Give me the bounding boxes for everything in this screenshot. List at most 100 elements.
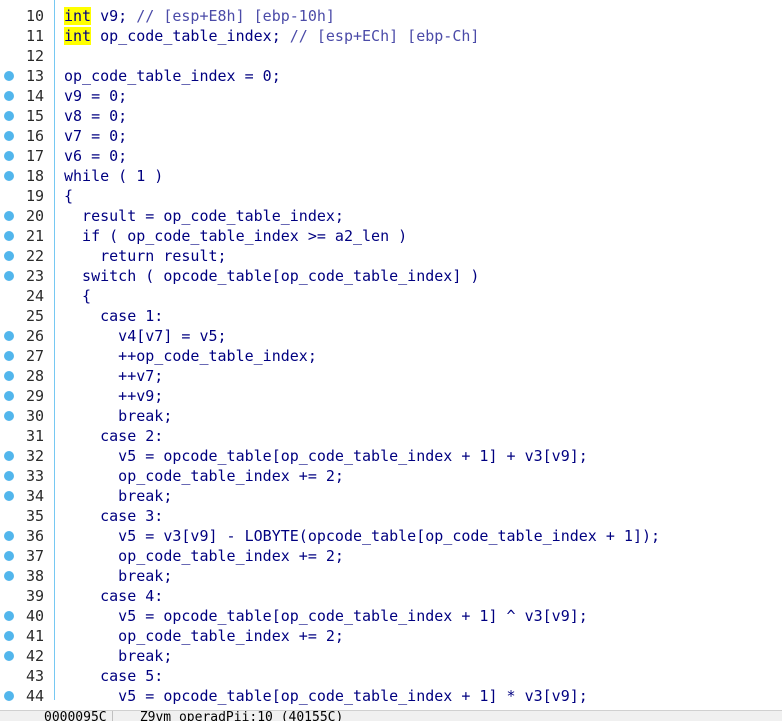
code-text: break; xyxy=(64,487,173,505)
code-line[interactable]: 21 if ( op_code_table_index >= a2_len ) xyxy=(0,226,782,246)
code-text: op_code_table_index = 0; xyxy=(64,67,281,85)
code-line[interactable]: 39 case 4: xyxy=(0,586,782,606)
code-line[interactable]: 15 v8 = 0; xyxy=(0,106,782,126)
code-line[interactable]: 13 op_code_table_index = 0; xyxy=(0,66,782,86)
line-number: 18 xyxy=(25,167,44,185)
code-line[interactable]: 34 break; xyxy=(0,486,782,506)
breakpoint-dot-icon[interactable] xyxy=(0,626,18,646)
breakpoint-dot-icon[interactable] xyxy=(0,106,18,126)
code-text: case 1: xyxy=(64,307,164,325)
breakpoint-dot-icon[interactable] xyxy=(0,146,18,166)
code-line[interactable]: 29 ++v9; xyxy=(0,386,782,406)
breakpoint-dot-icon[interactable] xyxy=(0,406,18,426)
code-line[interactable]: 20 result = op_code_table_index; xyxy=(0,206,782,226)
type-keyword-highlight[interactable]: int xyxy=(64,7,92,25)
line-number: 33 xyxy=(25,467,44,485)
code-text: v8 = 0; xyxy=(64,107,128,125)
code-text: { xyxy=(64,187,74,205)
line-number: 34 xyxy=(25,487,44,505)
code-line[interactable]: 32 v5 = opcode_table[op_code_table_index… xyxy=(0,446,782,466)
breakpoint-dot-icon[interactable] xyxy=(0,126,18,146)
code-line[interactable]: 18 while ( 1 ) xyxy=(0,166,782,186)
breakpoint-dot-icon[interactable] xyxy=(0,466,18,486)
breakpoint-dot-icon[interactable] xyxy=(0,366,18,386)
breakpoint-dot-icon[interactable] xyxy=(0,386,18,406)
code-text: ++v7; xyxy=(64,367,164,385)
code-text: break; xyxy=(64,647,173,665)
breakpoint-dot-icon[interactable] xyxy=(0,686,18,706)
code-text: while ( 1 ) xyxy=(64,167,164,185)
line-number: 41 xyxy=(25,627,44,645)
line-number: 13 xyxy=(25,67,44,85)
code-line[interactable]: 37 op_code_table_index += 2; xyxy=(0,546,782,566)
line-number: 26 xyxy=(25,327,44,345)
pseudocode-view[interactable]: 10 int v9; // [esp+E8h] [ebp-10h] 11 int op… xyxy=(0,6,782,706)
code-line[interactable]: 42 break; xyxy=(0,646,782,666)
code-line[interactable]: 35 case 3: xyxy=(0,506,782,526)
code-text: v5 = opcode_table[op_code_table_index + … xyxy=(64,447,588,465)
code-line[interactable]: 33 op_code_table_index += 2; xyxy=(0,466,782,486)
code-line[interactable]: 19 { xyxy=(0,186,782,206)
breakpoint-dot-icon[interactable] xyxy=(0,486,18,506)
breakpoint-dot-icon[interactable] xyxy=(0,446,18,466)
breakpoint-dot-icon[interactable] xyxy=(0,646,18,666)
breakpoint-dot-icon[interactable] xyxy=(0,546,18,566)
breakpoint-dot-icon[interactable] xyxy=(0,266,18,286)
code-line[interactable]: 43 case 5: xyxy=(0,666,782,686)
code-line[interactable]: 28 ++v7; xyxy=(0,366,782,386)
line-number: 29 xyxy=(25,387,44,405)
code-text: if ( op_code_table_index >= a2_len ) xyxy=(64,227,408,245)
code-line[interactable]: 24 { xyxy=(0,286,782,306)
code-line[interactable]: 23 switch ( opcode_table[op_code_table_i… xyxy=(0,266,782,286)
code-text: op_code_table_index += 2; xyxy=(64,467,344,485)
code-line[interactable]: 10 int v9; // [esp+E8h] [ebp-10h] xyxy=(0,6,782,26)
breakpoint-dot-icon[interactable] xyxy=(0,346,18,366)
breakpoint-dot-icon[interactable] xyxy=(0,526,18,546)
code-line[interactable]: 38 break; xyxy=(0,566,782,586)
line-number: 27 xyxy=(25,347,44,365)
line-number: 22 xyxy=(25,247,44,265)
breakpoint-dot-icon[interactable] xyxy=(0,86,18,106)
line-number: 37 xyxy=(25,547,44,565)
code-line[interactable]: 36 v5 = v3[v9] - LOBYTE(opcode_table[op_… xyxy=(0,526,782,546)
code-text: v5 = v3[v9] - LOBYTE(opcode_table[op_cod… xyxy=(64,527,661,545)
code-line[interactable]: 17 v6 = 0; xyxy=(0,146,782,166)
line-number: 10 xyxy=(25,7,44,25)
code-text: v4[v7] = v5; xyxy=(64,327,227,345)
breakpoint-dot-icon[interactable] xyxy=(0,326,18,346)
breakpoint-dot-icon[interactable] xyxy=(0,166,18,186)
breakpoint-dot-icon[interactable] xyxy=(0,606,18,626)
code-text: return result; xyxy=(64,247,227,265)
line-number: 12 xyxy=(25,47,44,65)
breakpoint-dot-icon[interactable] xyxy=(0,226,18,246)
code-line[interactable]: 22 return result; xyxy=(0,246,782,266)
breakpoint-dot-icon[interactable] xyxy=(0,246,18,266)
line-number: 11 xyxy=(25,27,44,45)
code-line[interactable]: 30 break; xyxy=(0,406,782,426)
code-line[interactable]: 44 v5 = opcode_table[op_code_table_index… xyxy=(0,686,782,706)
breakpoint-dot-icon[interactable] xyxy=(0,206,18,226)
code-line[interactable]: 11 int op_code_table_index; // [esp+ECh] … xyxy=(0,26,782,46)
line-number: 14 xyxy=(25,87,44,105)
code-text: v5 = opcode_table[op_code_table_index + … xyxy=(64,607,588,625)
breakpoint-dot-icon[interactable] xyxy=(0,66,18,86)
code-line[interactable]: 16 v7 = 0; xyxy=(0,126,782,146)
code-line[interactable]: 25 case 1: xyxy=(0,306,782,326)
code-text: case 5: xyxy=(64,667,164,685)
code-line[interactable]: 12 xyxy=(0,46,782,66)
code-line[interactable]: 14 v9 = 0; xyxy=(0,86,782,106)
code-line[interactable]: 40 v5 = opcode_table[op_code_table_index… xyxy=(0,606,782,626)
code-line[interactable]: 26 v4[v7] = v5; xyxy=(0,326,782,346)
code-line[interactable]: 27 ++op_code_table_index; xyxy=(0,346,782,366)
line-number: 21 xyxy=(25,227,44,245)
code-line[interactable]: 41 op_code_table_index += 2; xyxy=(0,626,782,646)
line-number: 43 xyxy=(25,667,44,685)
code-line[interactable]: 31 case 2: xyxy=(0,426,782,446)
line-number: 20 xyxy=(25,207,44,225)
code-text: ++op_code_table_index; xyxy=(64,347,317,365)
line-number: 38 xyxy=(25,567,44,585)
type-keyword-highlight[interactable]: int xyxy=(64,27,92,45)
breakpoint-dot-icon[interactable] xyxy=(0,566,18,586)
code-text: op_code_table_index += 2; xyxy=(64,547,344,565)
line-number: 44 xyxy=(25,687,44,705)
